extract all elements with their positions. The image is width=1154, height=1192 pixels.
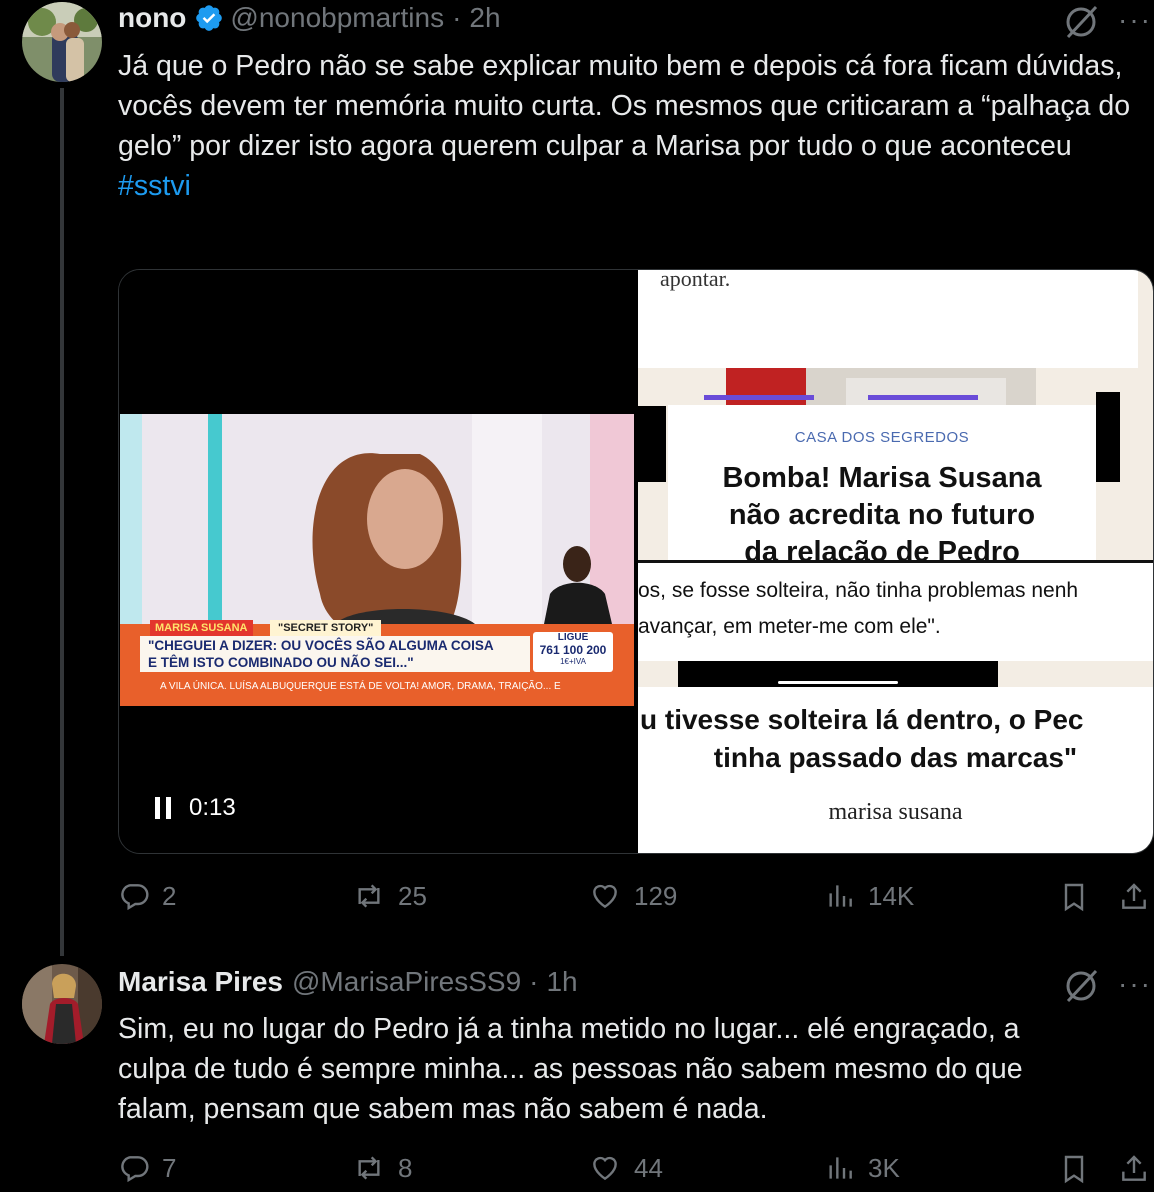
author-name[interactable]: Marisa Pires <box>118 966 283 998</box>
article-headline2: não acredita no futuro <box>728 499 1036 531</box>
article-quote1: os, se fosse solteira, não tinha problem… <box>638 579 1079 602</box>
article-quote2: avançar, em meter-me com ele". <box>638 615 941 638</box>
tweet-time[interactable]: 2h <box>469 2 500 34</box>
author-handle[interactable]: @MarisaPiresSS9 <box>292 966 521 998</box>
repost-icon <box>358 1156 380 1180</box>
repost-icon <box>358 884 380 908</box>
share-button[interactable] <box>1118 880 1154 914</box>
repost-button[interactable]: 25 <box>352 880 427 912</box>
tweet-line3: falam, pensam que sabem mas não sabem é … <box>118 1093 768 1125</box>
tv-ticker: A VILA ÚNICA. LUÍSA ALBUQUERQUE ESTÁ DE … <box>160 681 561 692</box>
share-button[interactable] <box>1118 1152 1154 1186</box>
reply-count: 7 <box>162 1152 177 1183</box>
tv-phone-box: LIGUE 761 100 200 1€+IVA <box>533 632 613 672</box>
like-count: 129 <box>634 880 678 911</box>
tweet2-header: Marisa Pires @MarisaPiresSS9 · 1h <box>118 966 578 998</box>
tv-ligue: LIGUE <box>557 632 589 643</box>
repost-count: 8 <box>398 1152 413 1183</box>
article-big1: u tivesse solteira lá dentro, o Pec <box>640 704 1084 735</box>
hashtag-link[interactable]: #sstvi <box>118 170 191 202</box>
tv-iva: 1€+IVA <box>560 657 586 666</box>
article-image[interactable]: apontar. CASA DOS SEGREDOS Bomba! Marisa… <box>638 270 1153 853</box>
views-count: 3K <box>868 1152 900 1183</box>
author-name[interactable]: nono <box>118 2 186 34</box>
tweet-line1: Sim, eu no lugar do Pedro já a tinha met… <box>118 1013 1020 1045</box>
article-big-quote: u tivesse solteira lá dentro, o Pec tinh… <box>638 687 1153 853</box>
article-right-bar <box>1096 392 1120 482</box>
article-dark-bar <box>678 661 998 687</box>
article-top-text: apontar. <box>660 270 731 291</box>
reply-icon <box>121 884 149 911</box>
verified-badge-icon <box>194 3 224 33</box>
bookmark-icon <box>1064 1155 1084 1184</box>
tweet1-actions: 2 25 129 14K <box>118 880 1154 920</box>
views-icon <box>829 885 852 907</box>
heart-icon <box>593 884 617 909</box>
views-button[interactable]: 14K <box>824 880 914 912</box>
views-count: 14K <box>868 880 915 911</box>
reply-icon <box>121 1156 149 1183</box>
tweet-text: Já que o Pedro não se sabe explicar muit… <box>118 46 1148 206</box>
article-photo-strip <box>726 368 1036 406</box>
thread-line <box>60 88 64 956</box>
reply-button[interactable]: 2 <box>118 880 176 912</box>
author-handle[interactable]: @nonobpmartins <box>230 2 444 34</box>
grok-icon[interactable] <box>1062 3 1100 41</box>
views-icon <box>829 1157 852 1179</box>
avatar-marisa-pires[interactable] <box>22 964 102 1044</box>
share-icon <box>1122 1155 1146 1181</box>
avatar-nono[interactable] <box>22 2 102 82</box>
separator-dot: · <box>452 2 462 33</box>
tweet1-header: nono @nonobpmartins · 2h <box>118 2 501 34</box>
article-left-bar <box>638 406 666 482</box>
article-quote-box: os, se fosse solteira, não tinha problem… <box>638 563 1153 661</box>
pause-icon[interactable] <box>155 797 173 819</box>
video-time: 0:13 <box>189 794 236 821</box>
tv-show-tag: "SECRET STORY" <box>270 620 382 636</box>
bookmark-button[interactable] <box>1058 880 1102 914</box>
article-headline1: Bomba! Marisa Susana <box>722 462 1042 494</box>
reply-count: 2 <box>162 880 177 911</box>
tweet-line2: culpa de tudo é sempre minha... as pesso… <box>118 1053 1023 1085</box>
like-count: 44 <box>634 1152 663 1183</box>
share-icon <box>1122 883 1146 909</box>
like-button[interactable]: 129 <box>588 880 677 912</box>
separator-dot: · <box>529 966 539 997</box>
tv-quote-line1: "CHEGUEI A DIZER: OU VOCÊS SÃO ALGUMA CO… <box>148 638 494 653</box>
more-options-icon[interactable]: ··· <box>1118 4 1152 36</box>
tweet-media[interactable]: MARISA SUSANA "SECRET STORY" "CHEGUEI A … <box>118 269 1154 854</box>
bookmark-button[interactable] <box>1058 1152 1102 1186</box>
article-big2: tinha passado das marcas" <box>713 742 1078 773</box>
bookmark-icon <box>1064 883 1084 912</box>
tv-name-tag: MARISA SUSANA <box>150 620 253 636</box>
video-controls: 0:13 <box>155 794 236 822</box>
heart-icon <box>593 1156 617 1181</box>
views-button[interactable]: 3K <box>824 1152 900 1184</box>
article-tag: CASA DOS SEGREDOS <box>794 429 970 446</box>
tv-quote-line2: E TÊM ISTO COMBINADO OU NÃO SEI..." <box>148 655 414 670</box>
article-signature: marisa susana <box>828 799 963 825</box>
tweet-body: Já que o Pedro não se sabe explicar muit… <box>118 50 1131 162</box>
video-frame: MARISA SUSANA "SECRET STORY" "CHEGUEI A … <box>120 414 634 706</box>
video-player[interactable]: MARISA SUSANA "SECRET STORY" "CHEGUEI A … <box>119 270 637 853</box>
tv-quote-box: "CHEGUEI A DIZER: OU VOCÊS SÃO ALGUMA CO… <box>140 636 530 672</box>
tweet-time[interactable]: 1h <box>546 966 577 998</box>
more-options-icon[interactable]: ··· <box>1118 968 1152 1000</box>
tv-phone: 761 100 200 <box>539 643 607 657</box>
repost-button[interactable]: 8 <box>352 1152 412 1184</box>
article-card: CASA DOS SEGREDOS Bomba! Marisa Susana n… <box>668 395 1096 568</box>
tweet2-actions: 7 8 44 3K <box>118 1152 1154 1192</box>
like-button[interactable]: 44 <box>588 1152 663 1184</box>
repost-count: 25 <box>398 880 427 911</box>
grok-icon[interactable] <box>1062 967 1100 1005</box>
tweet-text: Sim, eu no lugar do Pedro já a tinha met… <box>118 1009 1148 1129</box>
reply-button[interactable]: 7 <box>118 1152 176 1184</box>
